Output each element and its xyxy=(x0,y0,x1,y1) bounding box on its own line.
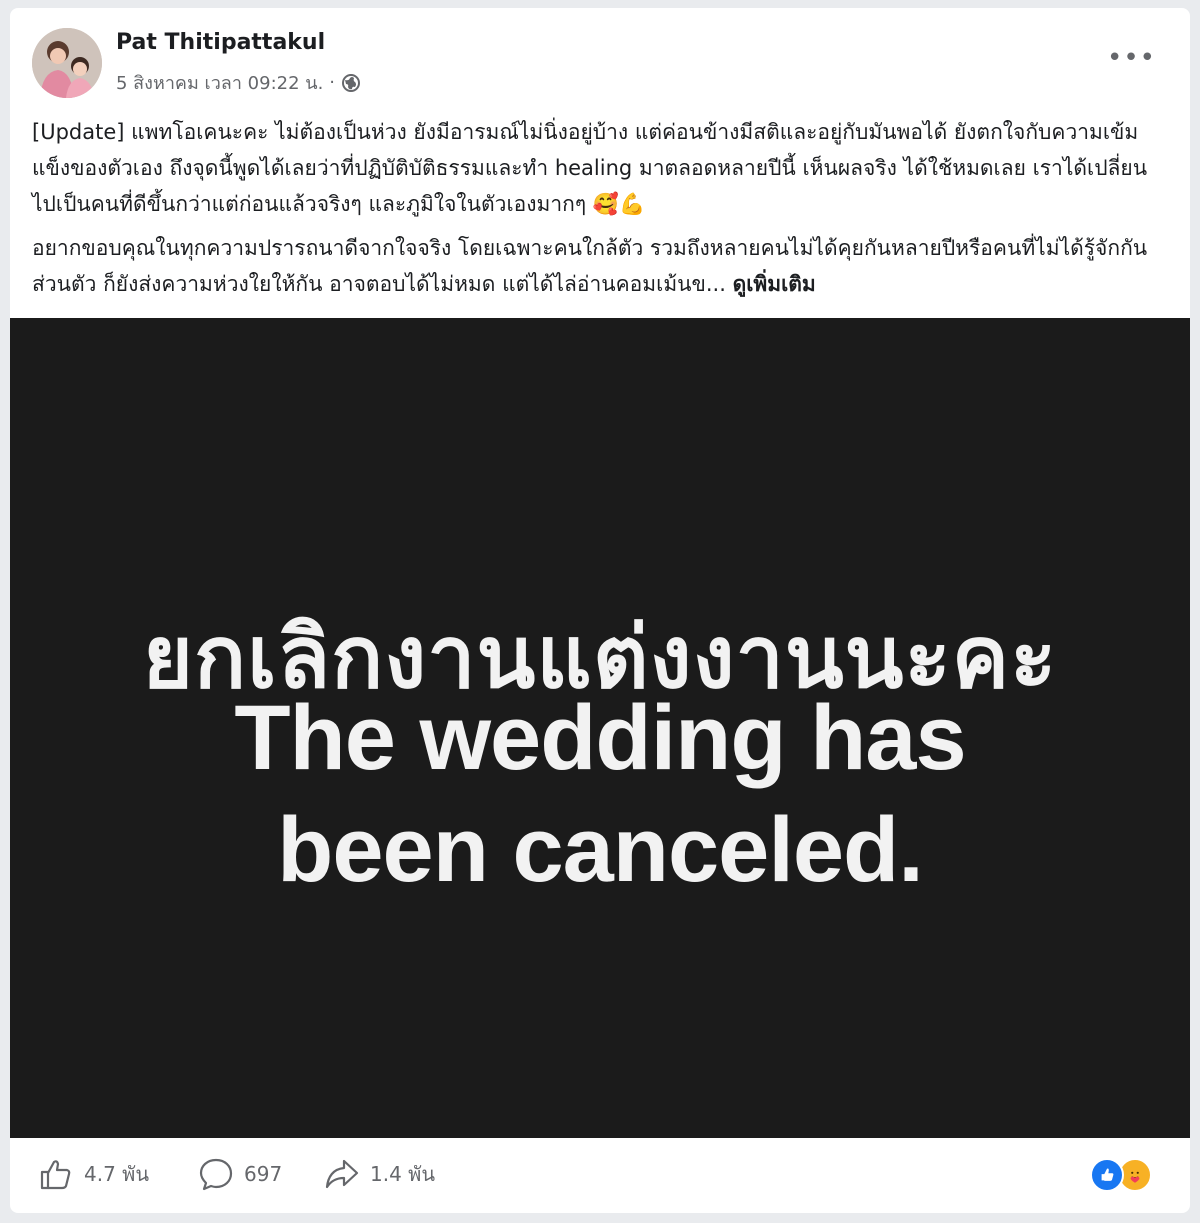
image-text-english-line-1: The wedding has xyxy=(234,687,966,789)
meta-separator: · xyxy=(329,72,336,93)
share-button[interactable]: 1.4 พัน xyxy=(324,1156,435,1192)
see-more-link[interactable]: ดูเพิ่มเติม xyxy=(733,272,816,296)
like-reaction-icon xyxy=(1090,1158,1124,1192)
post-footer: 4.7 พัน 697 1.4 พัน xyxy=(10,1138,1190,1213)
post-paragraph-1: [Update] แพทโอเคนะคะ ไม่ต้องเป็นห่วง ยัง… xyxy=(32,120,1148,216)
comment-count: 697 xyxy=(244,1162,283,1186)
post-paragraph-2: อยากขอบคุณในทุกความปรารถนาดีจากใจจริง โด… xyxy=(32,230,1168,302)
post-text: [Update] แพทโอเคนะคะ ไม่ต้องเป็นห่วง ยัง… xyxy=(32,114,1168,310)
comment-button[interactable]: 697 xyxy=(198,1156,282,1192)
post-header: Pat Thitipattakul 5 สิงหาคม เวลา 09:22 น… xyxy=(10,8,1190,108)
reaction-summary[interactable] xyxy=(1090,1158,1152,1192)
post-paragraph-2-text: อยากขอบคุณในทุกความปรารถนาดีจากใจจริง โด… xyxy=(32,236,1148,296)
like-button[interactable]: 4.7 พัน xyxy=(38,1156,149,1192)
post-image[interactable]: ยกเลิกงานแต่งงานนะคะ The wedding has bee… xyxy=(10,318,1190,1138)
author-name[interactable]: Pat Thitipattakul xyxy=(116,30,325,55)
post-timestamp[interactable]: 5 สิงหาคม เวลา 09:22 น. xyxy=(116,68,323,97)
more-options-button[interactable]: ••• xyxy=(1107,45,1156,71)
globe-icon xyxy=(342,73,361,92)
share-count: 1.4 พัน xyxy=(370,1162,436,1186)
avatar-photo xyxy=(32,28,102,98)
share-arrow-icon xyxy=(325,1159,359,1189)
post-meta: 5 สิงหาคม เวลา 09:22 น. · xyxy=(116,68,361,97)
thumbs-up-icon xyxy=(40,1160,71,1190)
post-card: Pat Thitipattakul 5 สิงหาคม เวลา 09:22 น… xyxy=(10,8,1190,1213)
like-count: 4.7 พัน xyxy=(84,1162,150,1186)
comment-bubble-icon xyxy=(199,1158,233,1191)
image-text-english-line-2: been canceled. xyxy=(277,799,924,901)
avatar[interactable] xyxy=(32,28,102,98)
